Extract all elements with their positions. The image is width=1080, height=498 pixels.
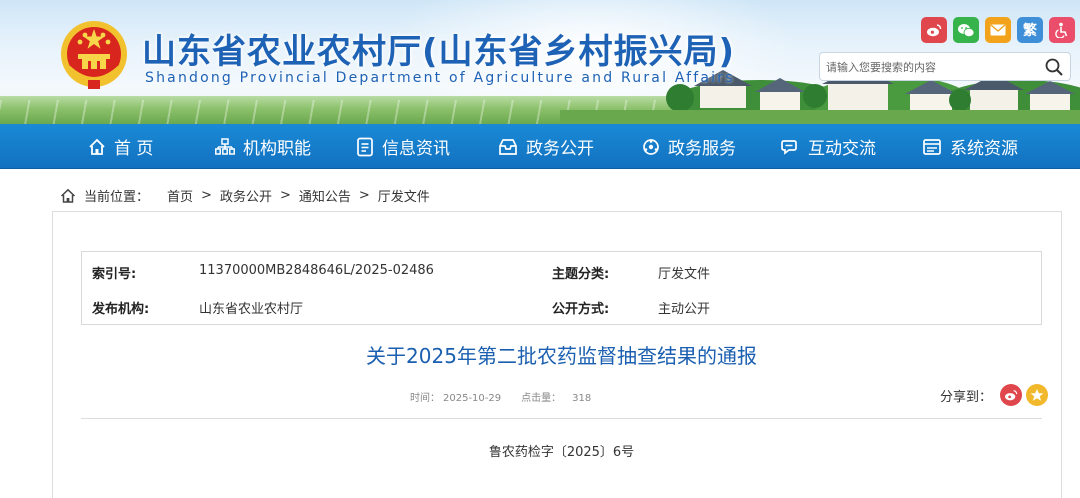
- index-number-label: 索引号:: [92, 267, 137, 282]
- nav-item-label: 政务服务: [668, 139, 736, 159]
- nav-item-label: 互动交流: [808, 139, 876, 159]
- site-header: 山东省农业农村厅(山东省乡村振兴局) Shandong Provincial D…: [0, 0, 1080, 124]
- document-icon: [357, 137, 373, 156]
- traditional-chinese-button[interactable]: 繁: [1017, 17, 1043, 43]
- org-chart-icon: [215, 137, 235, 155]
- views-count: 318: [572, 393, 592, 404]
- national-emblem-icon: [61, 21, 127, 89]
- nav-item-organization[interactable]: 机构职能: [215, 124, 311, 169]
- nav-item-label: 首 页: [114, 139, 154, 159]
- views-label: 点击量：: [521, 393, 562, 404]
- document-meta-table: 索引号: 11370000MB2848646L/2025-02486 主题分类:…: [81, 251, 1042, 325]
- nav-item-home[interactable]: 首 页: [88, 124, 153, 169]
- nav-item-label: 系统资源: [950, 139, 1018, 159]
- search-input[interactable]: [826, 57, 1036, 77]
- accessibility-icon[interactable]: [1049, 17, 1075, 43]
- inbox-icon: [499, 138, 517, 155]
- topic-label: 主题分类:: [552, 267, 610, 282]
- nav-item-label: 政务公开: [526, 139, 594, 159]
- index-number-value: 11370000MB2848646L/2025-02486: [199, 263, 434, 278]
- quick-links: 繁: [921, 17, 1075, 43]
- mail-icon[interactable]: [985, 17, 1011, 43]
- breadcrumb-link-public-affairs[interactable]: 政务公开: [220, 186, 272, 205]
- site-title: 山东省农业农村厅(山东省乡村振兴局): [142, 32, 736, 72]
- breadcrumb-link-notices[interactable]: 通知公告: [299, 186, 351, 205]
- article-title: 关于2025年第二批农药监督抽查结果的通报: [366, 344, 757, 368]
- breadcrumb-link-documents[interactable]: 厅发文件: [378, 186, 430, 205]
- disclosure-label: 公开方式:: [552, 302, 610, 317]
- window-icon: [923, 138, 941, 155]
- content-frame-right: [1061, 212, 1062, 498]
- site-subtitle: Shandong Provincial Department of Agricu…: [145, 70, 735, 86]
- nav-item-public-affairs[interactable]: 政务公开: [498, 124, 594, 169]
- weibo-icon[interactable]: [921, 17, 947, 43]
- nav-item-label: 机构职能: [243, 139, 311, 159]
- article-info: 时间： 2025-10-29 点击量： 318: [410, 389, 594, 404]
- main-nav: 首 页 机构职能 信息资讯 政务公开 政务服务 互动交流 系统资源: [0, 124, 1080, 169]
- publisher-value: 山东省农业农村厅: [199, 302, 304, 317]
- chat-icon: [781, 139, 797, 155]
- topic-value: 厅发文件: [658, 267, 711, 282]
- nav-item-resources[interactable]: 系统资源: [922, 124, 1018, 169]
- wechat-icon[interactable]: [953, 17, 979, 43]
- nav-item-news[interactable]: 信息资讯: [356, 124, 450, 169]
- share-qzone-icon[interactable]: [1026, 384, 1049, 406]
- publish-time: 2025-10-29: [443, 393, 502, 404]
- share-label: 分享到：: [940, 389, 993, 405]
- breadcrumb-separator: >: [279, 188, 291, 203]
- content-frame-left: [52, 212, 53, 498]
- service-icon: [643, 138, 659, 155]
- home-icon: [60, 188, 76, 203]
- nav-item-services[interactable]: 政务服务: [642, 124, 736, 169]
- divider: [81, 418, 1042, 419]
- nav-item-label: 信息资讯: [382, 139, 450, 159]
- breadcrumb: 当前位置： 首页 > 政务公开 > 通知公告 > 厅发文件: [52, 180, 1062, 212]
- publisher-label: 发布机构:: [92, 302, 150, 317]
- publish-time-label: 时间：: [410, 393, 440, 404]
- search-icon[interactable]: [1044, 57, 1064, 77]
- breadcrumb-separator: >: [358, 188, 370, 203]
- share-weibo-icon[interactable]: [1000, 384, 1023, 406]
- breadcrumb-label: 当前位置：: [84, 190, 150, 205]
- breadcrumb-link-home[interactable]: 首页: [167, 186, 193, 205]
- share-bar: 分享到：: [940, 384, 1049, 406]
- home-icon: [89, 138, 105, 155]
- document-number: 鲁农药检字〔2025〕6号: [488, 445, 635, 460]
- disclosure-value: 主动公开: [658, 302, 711, 317]
- nav-item-interaction[interactable]: 互动交流: [780, 124, 876, 169]
- search-box: [819, 52, 1071, 81]
- breadcrumb-separator: >: [201, 188, 212, 203]
